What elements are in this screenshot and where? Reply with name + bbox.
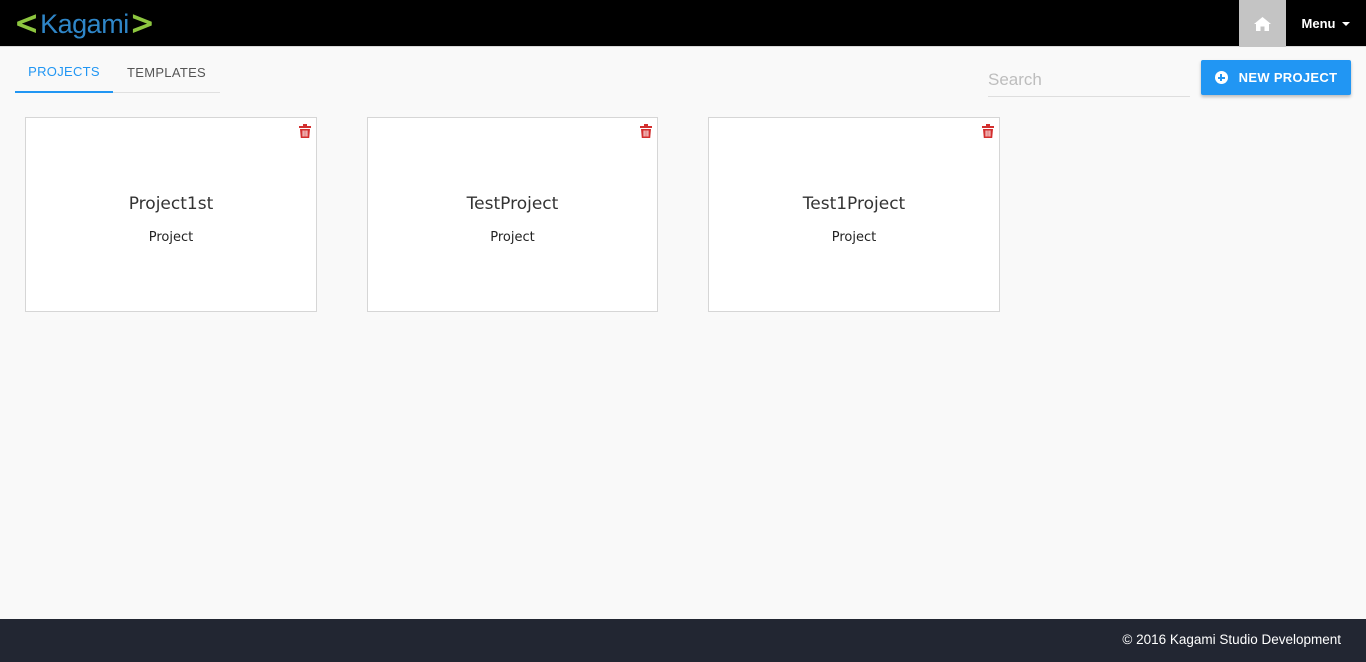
kagami-logo[interactable]: < Kagami > bbox=[14, 4, 155, 43]
project-type: Project bbox=[148, 230, 194, 245]
logo-right-bracket: > bbox=[129, 4, 155, 43]
logo-left-bracket: < bbox=[14, 4, 40, 43]
project-type: Project bbox=[490, 230, 535, 245]
home-icon bbox=[1254, 16, 1271, 31]
top-navbar: < Kagami > Menu bbox=[0, 0, 1366, 47]
search-input[interactable] bbox=[988, 64, 1190, 97]
project-type: Project bbox=[831, 230, 877, 245]
new-project-label: NEW PROJECT bbox=[1238, 70, 1338, 85]
home-button[interactable] bbox=[1239, 0, 1286, 47]
project-name: TestProject bbox=[466, 194, 559, 214]
copyright-text: © 2016 Kagami Studio Development bbox=[1122, 632, 1341, 647]
project-card[interactable]: TestProject Project bbox=[367, 117, 658, 312]
caret-down-icon bbox=[1342, 21, 1351, 26]
footer: © 2016 Kagami Studio Development bbox=[0, 619, 1366, 662]
project-card[interactable]: Project1st Project bbox=[25, 117, 317, 312]
tab-templates[interactable]: TEMPLATES bbox=[113, 52, 220, 93]
plus-circle-icon bbox=[1214, 71, 1228, 84]
new-project-button[interactable]: NEW PROJECT bbox=[1201, 60, 1351, 95]
project-name: Project1st bbox=[128, 194, 214, 214]
logo-wordmark: Kagami bbox=[40, 9, 129, 39]
trash-icon[interactable] bbox=[299, 124, 311, 138]
tab-projects[interactable]: PROJECTS bbox=[15, 52, 113, 93]
trash-icon[interactable] bbox=[982, 124, 994, 138]
menu-label: Menu bbox=[1301, 16, 1336, 31]
project-name: Test1Project bbox=[802, 194, 906, 214]
project-card[interactable]: Test1Project Project bbox=[708, 117, 1000, 312]
menu-dropdown-button[interactable]: Menu bbox=[1286, 0, 1366, 47]
trash-icon[interactable] bbox=[640, 124, 652, 138]
tab-bar: PROJECTS TEMPLATES bbox=[15, 52, 220, 93]
